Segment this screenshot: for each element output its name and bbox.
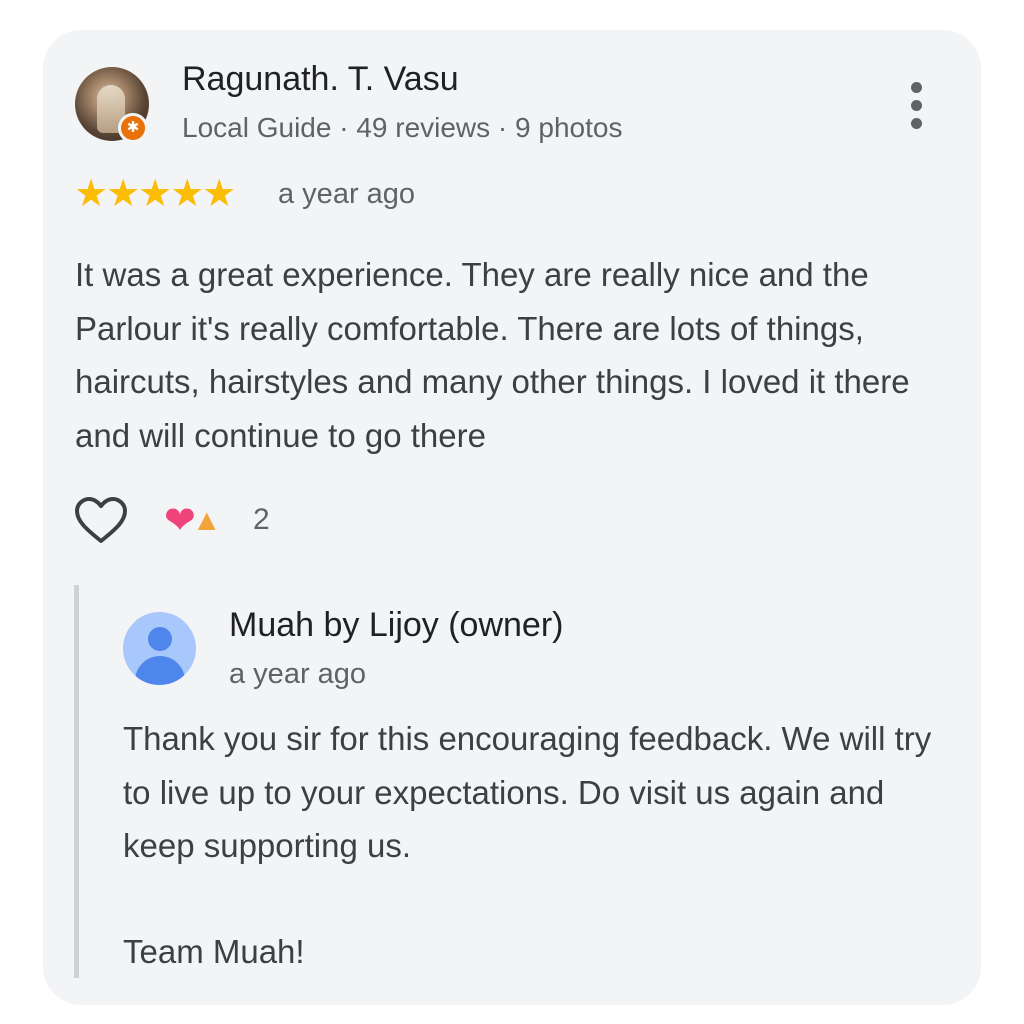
owner-avatar: [123, 612, 196, 685]
owner-reply-time: a year ago: [229, 658, 367, 690]
owner-reply-text: Thank you sir for this encouraging feedb…: [123, 720, 932, 864]
local-guide-badge-icon: ✱: [118, 113, 148, 143]
reviewer-meta[interactable]: Local Guide · 49 reviews · 9 photos: [182, 112, 622, 144]
person-icon-body: [135, 656, 185, 685]
folded-hands-emoji-icon: ▲: [191, 504, 222, 537]
review-time: a year ago: [278, 178, 416, 210]
owner-reply-signoff: Team Muah!: [123, 933, 305, 970]
review-text: It was a great experience. They are real…: [75, 256, 910, 454]
owner-name: Muah by Lijoy (owner): [229, 606, 564, 644]
star-rating: ★★★★★: [74, 173, 236, 215]
more-options-icon[interactable]: [902, 80, 932, 132]
reaction-count: 2: [253, 503, 270, 536]
like-heart-icon[interactable]: [74, 496, 128, 546]
reactions[interactable]: ❤▲: [164, 498, 222, 544]
reply-divider: [74, 585, 79, 978]
person-icon-head: [148, 627, 172, 651]
reviewer-name[interactable]: Ragunath. T. Vasu: [182, 60, 459, 99]
